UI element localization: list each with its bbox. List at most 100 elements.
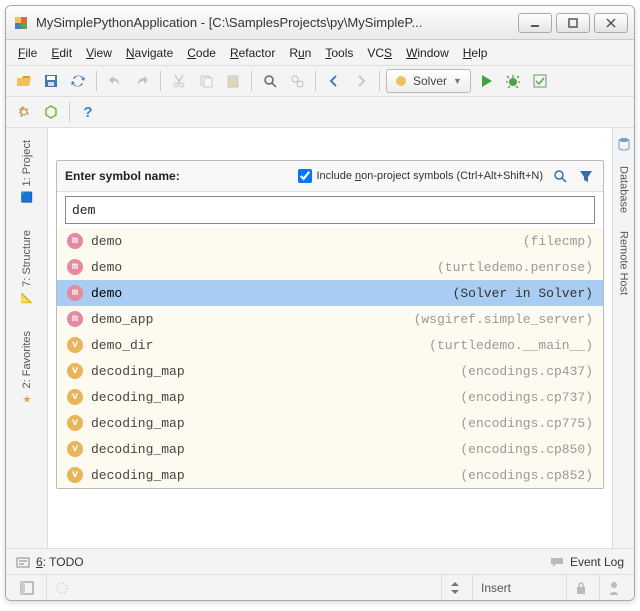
redo-icon[interactable] xyxy=(130,69,154,93)
result-location: (wsgiref.simple_server) xyxy=(414,312,593,327)
result-name: demo_app xyxy=(91,312,153,327)
tab-structure-label: 7: Structure xyxy=(21,230,33,287)
tab-structure[interactable]: 📐 7: Structure xyxy=(18,224,36,311)
method-icon: m xyxy=(67,311,83,327)
help-icon[interactable]: ? xyxy=(76,100,100,124)
tab-favorites[interactable]: ★ 2: Favorites xyxy=(18,325,36,412)
coverage-icon[interactable] xyxy=(528,69,552,93)
sync-icon[interactable] xyxy=(66,69,90,93)
separator xyxy=(160,71,161,91)
app-icon xyxy=(12,14,30,32)
settings-icon[interactable] xyxy=(12,100,36,124)
separator xyxy=(379,71,380,91)
close-button[interactable] xyxy=(594,13,628,33)
structure-dot-icon: 📐 xyxy=(20,291,34,305)
result-name: decoding_map xyxy=(91,364,185,379)
cut-icon[interactable] xyxy=(167,69,191,93)
menu-edit[interactable]: Edit xyxy=(45,43,78,63)
run-configuration-dropdown[interactable]: Solver ▼ xyxy=(386,69,471,93)
right-tool-tabs: Database Remote Host xyxy=(612,128,634,548)
menu-navigate[interactable]: Navigate xyxy=(120,43,179,63)
variable-icon: v xyxy=(67,389,83,405)
secondary-toolbar: ? xyxy=(6,97,634,128)
result-row[interactable]: vdecoding_map(encodings.cp852) xyxy=(57,462,603,488)
include-non-project-checkbox[interactable]: Include non-project symbols (Ctrl+Alt+Sh… xyxy=(298,169,543,183)
result-row[interactable]: v decoding_map (encodings.cp850) xyxy=(57,436,603,462)
tab-project-label: 1: Project xyxy=(21,140,33,186)
minimize-button[interactable] xyxy=(518,13,552,33)
undo-icon[interactable] xyxy=(103,69,127,93)
result-row[interactable]: vdecoding_map(encodings.cp775) xyxy=(57,410,603,436)
editor-body: 🟦 1: Project 📐 7: Structure ★ 2: Favorit… xyxy=(6,128,634,548)
separator xyxy=(96,71,97,91)
menu-tools[interactable]: Tools xyxy=(319,43,359,63)
replace-icon[interactable] xyxy=(285,69,309,93)
paste-icon[interactable] xyxy=(221,69,245,93)
variable-icon: v xyxy=(67,337,83,353)
bottom-tool-bar: 6: TODO Event Log xyxy=(6,548,634,574)
debug-icon[interactable] xyxy=(501,69,525,93)
result-row[interactable]: m demo_app (wsgiref.simple_server) xyxy=(57,306,603,332)
result-name: demo xyxy=(91,286,122,301)
tab-favorites-label: 2: Favorites xyxy=(21,331,33,388)
include-non-project-input[interactable] xyxy=(298,169,312,183)
tab-database[interactable]: Database xyxy=(616,162,632,217)
status-hector-icon[interactable] xyxy=(599,575,628,600)
maximize-button[interactable] xyxy=(556,13,590,33)
result-location: (filecmp) xyxy=(523,234,593,249)
separator xyxy=(69,102,70,122)
status-toolwindows-icon[interactable] xyxy=(12,575,42,600)
run-icon[interactable] xyxy=(474,69,498,93)
status-updown-icon[interactable] xyxy=(441,575,468,600)
separator xyxy=(315,71,316,91)
results-list: mdemo(filecmp)mdemo(turtledemo.penrose)m… xyxy=(57,228,603,488)
method-icon: m xyxy=(67,233,83,249)
variable-icon: v xyxy=(67,441,83,457)
python-icon xyxy=(395,75,407,87)
menu-run[interactable]: Run xyxy=(283,43,317,63)
search-input[interactable] xyxy=(65,196,595,224)
find-icon[interactable] xyxy=(258,69,282,93)
method-icon: m xyxy=(67,285,83,301)
menu-window[interactable]: Window xyxy=(400,43,455,63)
menu-file[interactable]: File xyxy=(12,43,43,63)
open-icon[interactable] xyxy=(12,69,36,93)
variable-icon: v xyxy=(67,415,83,431)
status-insert[interactable]: Insert xyxy=(472,575,562,600)
result-row[interactable]: mdemo(turtledemo.penrose) xyxy=(57,254,603,280)
result-name: decoding_map xyxy=(91,416,185,431)
result-location: (encodings.cp850) xyxy=(460,442,593,457)
status-lock-icon[interactable] xyxy=(566,575,595,600)
save-icon[interactable] xyxy=(39,69,63,93)
result-name: decoding_map xyxy=(91,442,185,457)
result-row[interactable]: mdemo(Solver in Solver) xyxy=(57,280,603,306)
tab-remote-host[interactable]: Remote Host xyxy=(616,227,632,299)
result-location: (encodings.cp437) xyxy=(460,364,593,379)
copy-icon[interactable] xyxy=(194,69,218,93)
tab-project[interactable]: 🟦 1: Project xyxy=(18,134,36,210)
menu-vcs[interactable]: VCS xyxy=(361,43,398,63)
popup-header: Enter symbol name: Include non-project s… xyxy=(57,161,603,192)
ide-window: MySimplePythonApplication - [C:\SamplesP… xyxy=(5,5,635,601)
result-row[interactable]: vdecoding_map(encodings.cp737) xyxy=(57,384,603,410)
todo-tab[interactable]: 6: TODO xyxy=(36,555,84,569)
result-location: (turtledemo.__main__) xyxy=(429,338,593,353)
nodejs-icon[interactable] xyxy=(39,100,63,124)
search-icon[interactable] xyxy=(551,167,569,185)
event-log-tab[interactable]: Event Log xyxy=(570,555,624,569)
project-dot-icon: 🟦 xyxy=(20,190,34,204)
variable-icon: v xyxy=(67,363,83,379)
menu-help[interactable]: Help xyxy=(457,43,494,63)
filter-icon[interactable] xyxy=(577,167,595,185)
menu-code[interactable]: Code xyxy=(181,43,222,63)
forward-icon[interactable] xyxy=(349,69,373,93)
result-row[interactable]: vdemo_dir(turtledemo.__main__) xyxy=(57,332,603,358)
back-icon[interactable] xyxy=(322,69,346,93)
database-icon[interactable] xyxy=(616,136,632,152)
result-row[interactable]: v decoding_map (encodings.cp437) xyxy=(57,358,603,384)
result-row[interactable]: mdemo(filecmp) xyxy=(57,228,603,254)
star-icon: ★ xyxy=(20,393,34,407)
popup-prompt: Enter symbol name: xyxy=(65,169,180,183)
menu-view[interactable]: View xyxy=(80,43,118,63)
menu-refactor[interactable]: Refactor xyxy=(224,43,281,63)
